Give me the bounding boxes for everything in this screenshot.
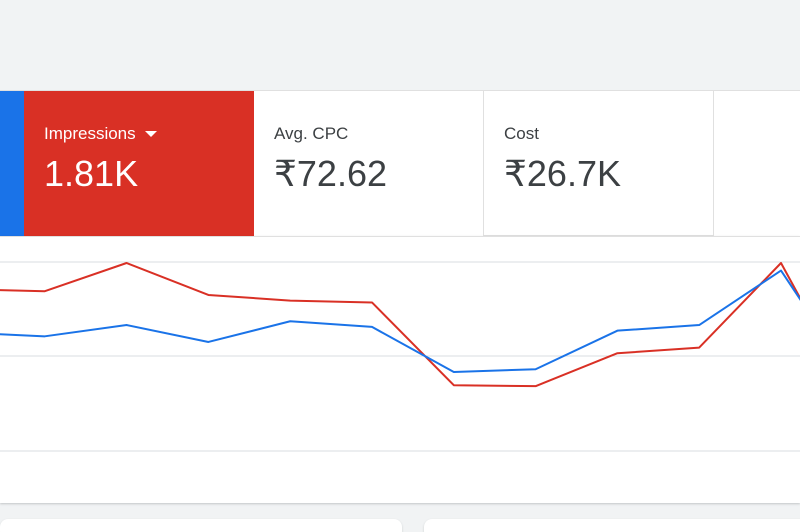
series-line-1 — [0, 269, 800, 374]
impressions-card[interactable]: Impressions 1.81K — [24, 91, 254, 236]
bottom-card-left — [0, 519, 402, 532]
impressions-value: 1.81K — [44, 153, 139, 194]
page: Impressions 1.81K Avg. CPC ₹72.62 Cost ₹… — [0, 0, 800, 532]
avg-cpc-value: ₹72.62 — [274, 153, 387, 194]
cost-value: ₹26.7K — [504, 153, 621, 194]
selected-metric-card-edge[interactable] — [0, 91, 24, 236]
series-line-0 — [0, 262, 800, 388]
dropdown-caret-icon[interactable] — [144, 131, 157, 137]
chart-svg — [0, 261, 800, 452]
impressions-label: Impressions — [44, 124, 136, 143]
cost-card[interactable]: Cost ₹26.7K — [484, 91, 714, 236]
performance-chart — [0, 236, 800, 503]
impressions-label-row[interactable]: Impressions — [44, 124, 254, 144]
avg-cpc-card[interactable]: Avg. CPC ₹72.62 — [254, 91, 484, 236]
metrics-row: Impressions 1.81K Avg. CPC ₹72.62 Cost ₹… — [0, 90, 800, 237]
avg-cpc-label: Avg. CPC — [274, 124, 349, 143]
cost-label: Cost — [504, 124, 539, 143]
bottom-card-right — [424, 519, 800, 532]
